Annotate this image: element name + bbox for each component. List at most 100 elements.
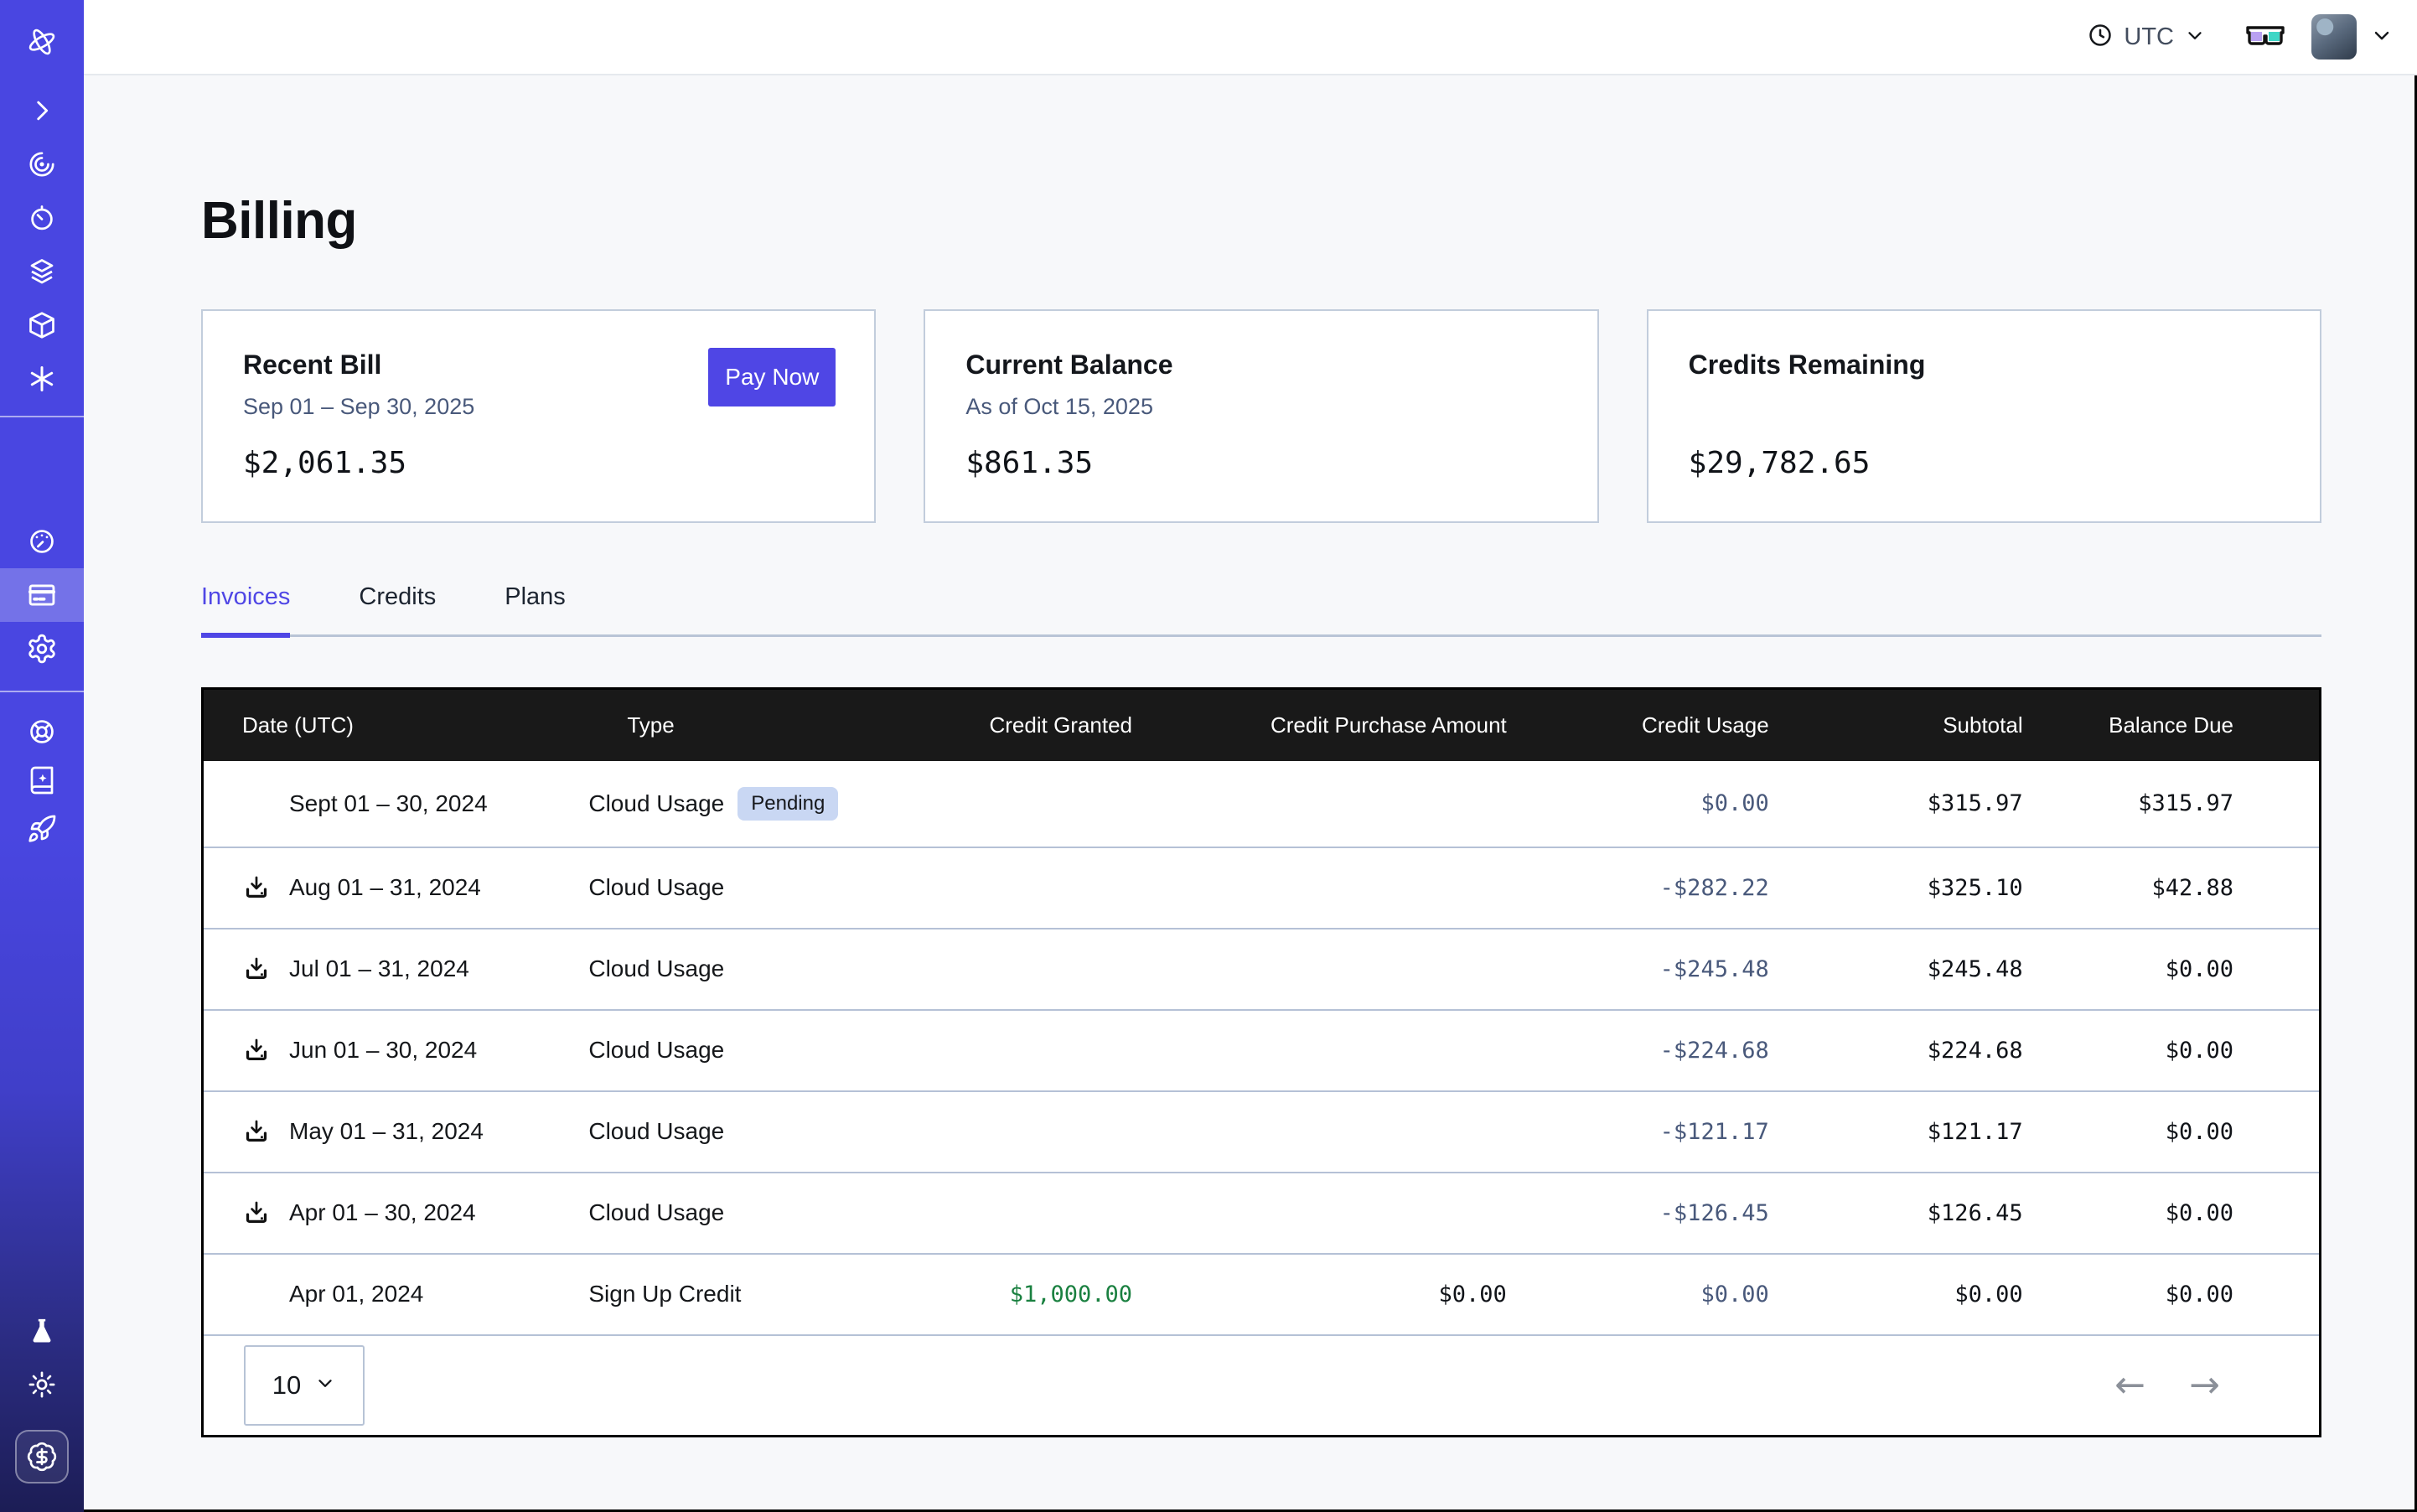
column-header-balance-due: Balance Due (2023, 712, 2319, 738)
current-balance-amount: $861.35 (965, 446, 1556, 480)
download-icon (242, 1199, 271, 1227)
billing-tabs: Invoices Credits Plans (201, 583, 2321, 637)
chevron-down-icon (2370, 23, 2394, 51)
sidebar-item-examples[interactable] (0, 805, 84, 853)
book-sparkle-icon (27, 765, 57, 795)
user-menu-button[interactable] (2370, 23, 2394, 51)
balance-due-value: $0.00 (2023, 1038, 2319, 1064)
credits-remaining-card: Credits Remaining $29,782.65 (1647, 309, 2321, 523)
subtotal-value: $245.48 (1769, 956, 2023, 982)
card-title: Current Balance (965, 350, 1556, 381)
sidebar-item-billing[interactable] (0, 568, 84, 622)
invoices-table: Date (UTC) Type Credit Granted Credit Pu… (201, 687, 2321, 1437)
credit-usage-value: $0.00 (1507, 1282, 1769, 1307)
credit-purchase-value: $0.00 (1132, 1282, 1507, 1307)
sun-icon (27, 1370, 57, 1400)
sidebar-item-support[interactable] (0, 707, 84, 756)
invoice-date: Aug 01 – 31, 2024 (289, 874, 481, 901)
invoice-type: Cloud Usage (588, 955, 724, 982)
sidebar-divider (0, 691, 84, 692)
pay-now-button[interactable]: Pay Now (708, 348, 836, 406)
download-icon (242, 955, 271, 983)
credit-usage-value: -$126.45 (1507, 1200, 1769, 1226)
column-header-type: Type (588, 712, 863, 738)
avatar[interactable] (2311, 14, 2357, 60)
subtotal-value: $126.45 (1769, 1200, 2023, 1226)
recent-bill-card: Recent Bill Sep 01 – Sep 30, 2025 $2,061… (201, 309, 876, 523)
page-size-value: 10 (272, 1370, 301, 1401)
page-size-select[interactable]: 10 (244, 1345, 365, 1426)
column-header-subtotal: Subtotal (1769, 712, 2023, 738)
sidebar-item-schedules[interactable] (0, 191, 84, 245)
status-badge: Pending (738, 787, 838, 821)
invoice-type: Cloud Usage (588, 874, 724, 901)
summary-cards: Recent Bill Sep 01 – Sep 30, 2025 $2,061… (201, 309, 2321, 523)
sidebar-item-credits-button[interactable] (15, 1430, 69, 1484)
sidebar-item-secrets[interactable] (0, 352, 84, 406)
invoice-type: Sign Up Credit (588, 1281, 741, 1307)
arrow-right-icon[interactable]: → (2189, 1367, 2220, 1404)
timezone-selector[interactable]: UTC (2087, 22, 2206, 53)
subtotal-value: $224.68 (1769, 1038, 2023, 1064)
card-title: Credits Remaining (1689, 350, 2280, 381)
current-balance-card: Current Balance As of Oct 15, 2025 $861.… (924, 309, 1598, 523)
invoice-date: Jul 01 – 31, 2024 (289, 955, 469, 982)
flask-icon (27, 1316, 57, 1346)
tab-invoices[interactable]: Invoices (201, 583, 290, 638)
subtotal-value: $121.17 (1769, 1119, 2023, 1145)
billing-page: Billing Recent Bill Sep 01 – Sep 30, 202… (84, 75, 2417, 1512)
sidebar-divider (0, 416, 84, 417)
pagination-controls: ← → (2114, 1367, 2220, 1404)
subtotal-value: $325.10 (1769, 875, 2023, 901)
chevron-down-icon (314, 1370, 336, 1401)
3d-glasses-button[interactable] (2244, 21, 2286, 54)
balance-due-value: $42.88 (2023, 875, 2319, 901)
sidebar-item-settings[interactable] (0, 622, 84, 676)
chevron-down-icon (2184, 24, 2206, 50)
tab-credits[interactable]: Credits (359, 583, 436, 638)
column-header-credit-granted: Credit Granted (863, 712, 1132, 738)
download-icon (242, 1117, 271, 1146)
page-title: Billing (201, 191, 2321, 251)
sidebar-item-apps[interactable] (0, 137, 84, 191)
arrow-left-icon[interactable]: ← (2114, 1367, 2145, 1404)
table-row: Jun 01 – 30, 2024 Cloud Usage -$224.68 $… (204, 1009, 2319, 1090)
timer-icon (27, 203, 57, 233)
table-footer: 10 ← → (204, 1334, 2319, 1435)
invoice-type: Cloud Usage (588, 1118, 724, 1145)
app-logo[interactable] (0, 0, 84, 84)
download-invoice-button[interactable] (242, 955, 289, 983)
subtotal-value: $315.97 (1769, 790, 2023, 816)
card-subtitle (1689, 394, 2280, 422)
table-header: Date (UTC) Type Credit Granted Credit Pu… (204, 690, 2319, 761)
sidebar-item-theme-toggle[interactable] (0, 1358, 84, 1411)
balance-due-value: $315.97 (2023, 790, 2319, 816)
download-invoice-button[interactable] (242, 1036, 289, 1064)
download-icon (242, 873, 271, 902)
swirl-target-icon (27, 149, 57, 179)
credit-usage-value: -$224.68 (1507, 1038, 1769, 1064)
credits-remaining-amount: $29,782.65 (1689, 446, 2280, 480)
3d-glasses-icon (2244, 21, 2286, 54)
recent-bill-amount: $2,061.35 (243, 446, 834, 480)
sidebar-item-layers[interactable] (0, 245, 84, 298)
sidebar-item-volumes[interactable] (0, 298, 84, 352)
credit-usage-value: -$121.17 (1507, 1119, 1769, 1145)
sidebar-item-labs[interactable] (0, 1304, 84, 1358)
download-invoice-button[interactable] (242, 1199, 289, 1227)
asterisk-icon (27, 364, 57, 394)
table-row: Aug 01 – 31, 2024 Cloud Usage -$282.22 $… (204, 847, 2319, 928)
download-invoice-button[interactable] (242, 1117, 289, 1146)
clock-icon (2087, 22, 2114, 53)
sidebar-item-docs[interactable] (0, 756, 84, 805)
column-header-date: Date (UTC) (204, 712, 588, 738)
invoice-date: Jun 01 – 30, 2024 (289, 1037, 477, 1064)
subtotal-value: $0.00 (1769, 1282, 2023, 1307)
sidebar-item-usage[interactable] (0, 515, 84, 568)
chevron-right-icon (28, 96, 56, 125)
download-invoice-button[interactable] (242, 873, 289, 902)
credit-granted-value: $1,000.00 (863, 1282, 1132, 1307)
sidebar-expand-button[interactable] (0, 84, 84, 137)
tab-plans[interactable]: Plans (505, 583, 566, 638)
rocket-icon (27, 814, 57, 844)
